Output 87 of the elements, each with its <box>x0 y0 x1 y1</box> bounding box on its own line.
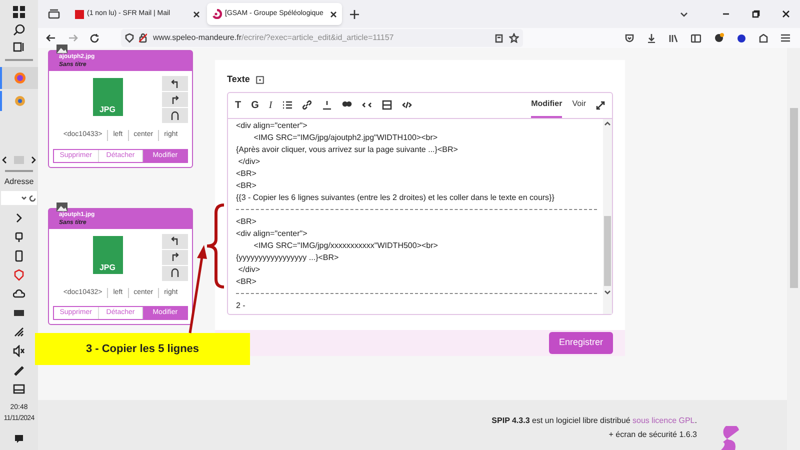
format-button[interactable]: G <box>251 98 259 112</box>
rotate-left-icon[interactable] <box>162 234 188 250</box>
flip-icon[interactable] <box>162 108 188 124</box>
bookmark-star-icon[interactable] <box>509 33 519 43</box>
tablet-icon[interactable] <box>13 383 25 395</box>
code-line: <BR> <box>236 168 258 180</box>
link-icon[interactable] <box>302 100 312 110</box>
code-line: <BR> <box>236 180 258 192</box>
close-icon[interactable] <box>193 10 200 18</box>
tab-list-icon[interactable] <box>48 9 60 19</box>
code-line: 2 - <box>236 300 246 312</box>
download-icon[interactable] <box>647 34 656 42</box>
annotation-text: 3 - Copier les 5 lignes <box>86 342 200 357</box>
guillemets-icon[interactable] <box>362 100 372 110</box>
rotate-left-icon[interactable] <box>162 76 188 92</box>
new-tab-icon[interactable] <box>350 10 359 18</box>
scroll-thumb[interactable] <box>604 216 611 286</box>
editor-scrollbar[interactable] <box>603 118 612 314</box>
dropdown-icon <box>21 196 27 200</box>
reader-view-icon[interactable] <box>495 34 503 42</box>
jpg-file-icon: JPG <box>92 236 122 274</box>
editor-mode-tab[interactable]: Modifier <box>531 92 562 118</box>
help-icon[interactable] <box>256 76 264 84</box>
image-icon <box>56 44 68 54</box>
image-icon <box>56 202 68 212</box>
code-line: <div align="center"> <box>236 228 308 240</box>
refresh-icon <box>29 194 36 202</box>
format-button[interactable]: T <box>235 98 242 112</box>
scroll-up-icon <box>604 120 611 126</box>
code-line: <div align="center"> <box>236 120 308 132</box>
code-line: {Après avoir cliquer, vous arrivez sur la page suivante ...}<BR> <box>236 144 459 156</box>
speaker-muted-icon[interactable] <box>13 345 25 357</box>
notification-icon[interactable] <box>14 434 24 444</box>
table-icon[interactable] <box>382 100 392 110</box>
cloud-icon[interactable] <box>13 288 25 300</box>
firefox-app-button[interactable] <box>0 67 38 89</box>
address-bar[interactable]: www.speleo-mandeure.fr/ecrire/?exec=article_edit&id_article=11157 <box>121 29 523 47</box>
search-icon[interactable] <box>13 24 25 36</box>
code-icon[interactable] <box>402 100 412 110</box>
scroll-down-icon <box>604 290 611 294</box>
scroll-thumb[interactable] <box>14 156 24 164</box>
jpg-file-icon: JPG <box>92 78 122 116</box>
back-icon[interactable] <box>46 34 56 42</box>
rotate-right-icon[interactable] <box>162 250 188 266</box>
windows-start-icon[interactable] <box>13 6 25 18</box>
restore-icon[interactable] <box>752 10 760 18</box>
fullscreen-icon[interactable] <box>596 100 605 110</box>
footer-text: SPIP 4.3.3 est un logiciel libre distribué <box>492 416 632 425</box>
url-text: www.speleo-mandeure.fr/ecrire/?exec=article_edit&id_article=11157 <box>153 32 395 44</box>
chevron-down-icon[interactable] <box>680 12 688 16</box>
mail-logo-icon <box>75 10 84 18</box>
scroll-left-icon[interactable] <box>1 156 7 164</box>
page-scrollbar[interactable] <box>787 48 800 450</box>
format-button[interactable]: I <box>268 98 272 112</box>
rotate-right-icon[interactable] <box>162 92 188 108</box>
close-icon[interactable] <box>782 10 790 18</box>
code-line: <IMG SRC="IMG/jpg/xxxxxxxxxxx"WIDTH500><br> <box>252 240 439 252</box>
code-line: <IMG SRC="IMG/jpg/ajoutph2.jpg"WIDTH100><br> <box>252 132 439 144</box>
code-line: <BR> <box>236 216 258 228</box>
list-icon[interactable] <box>282 100 292 110</box>
code-line: </div> <box>237 156 262 168</box>
reload-icon[interactable] <box>90 34 99 42</box>
footer-text: . <box>694 416 697 425</box>
scroll-right-icon[interactable] <box>31 156 37 164</box>
code-line: <BR> <box>236 276 258 288</box>
pocket-icon[interactable] <box>625 34 634 42</box>
security-version-text: + écran de sécurité 1.6.3 <box>608 429 697 441</box>
shield-icon[interactable] <box>13 269 25 281</box>
save-button[interactable]: Enregistrer <box>548 332 613 354</box>
site-logo-icon <box>212 9 222 19</box>
close-icon[interactable] <box>330 10 337 18</box>
menu-icon[interactable] <box>781 34 790 42</box>
address-label: Adresse <box>4 176 34 188</box>
address-field[interactable] <box>1 191 37 205</box>
shield-icon <box>125 33 134 43</box>
lock-icon <box>139 33 147 43</box>
scroll-thumb[interactable] <box>790 108 798 288</box>
code-line: </div> <box>237 264 262 276</box>
field-label: Texte <box>227 73 250 86</box>
editor-mode-tab[interactable]: Voir <box>572 92 586 118</box>
sidebar-icon[interactable] <box>691 34 701 42</box>
code-line: {{3 - Copier les 6 lignes suivantes (entre les 2 droites) et les coller dans le texte en cours}} <box>236 192 556 204</box>
code-line: {yyyyyyyyyyyyyyyyy ...}<BR> <box>236 252 340 264</box>
task-view-icon[interactable] <box>13 41 25 53</box>
globe-icon <box>14 72 26 84</box>
flip-icon[interactable] <box>162 266 188 282</box>
library-icon[interactable] <box>669 34 678 42</box>
